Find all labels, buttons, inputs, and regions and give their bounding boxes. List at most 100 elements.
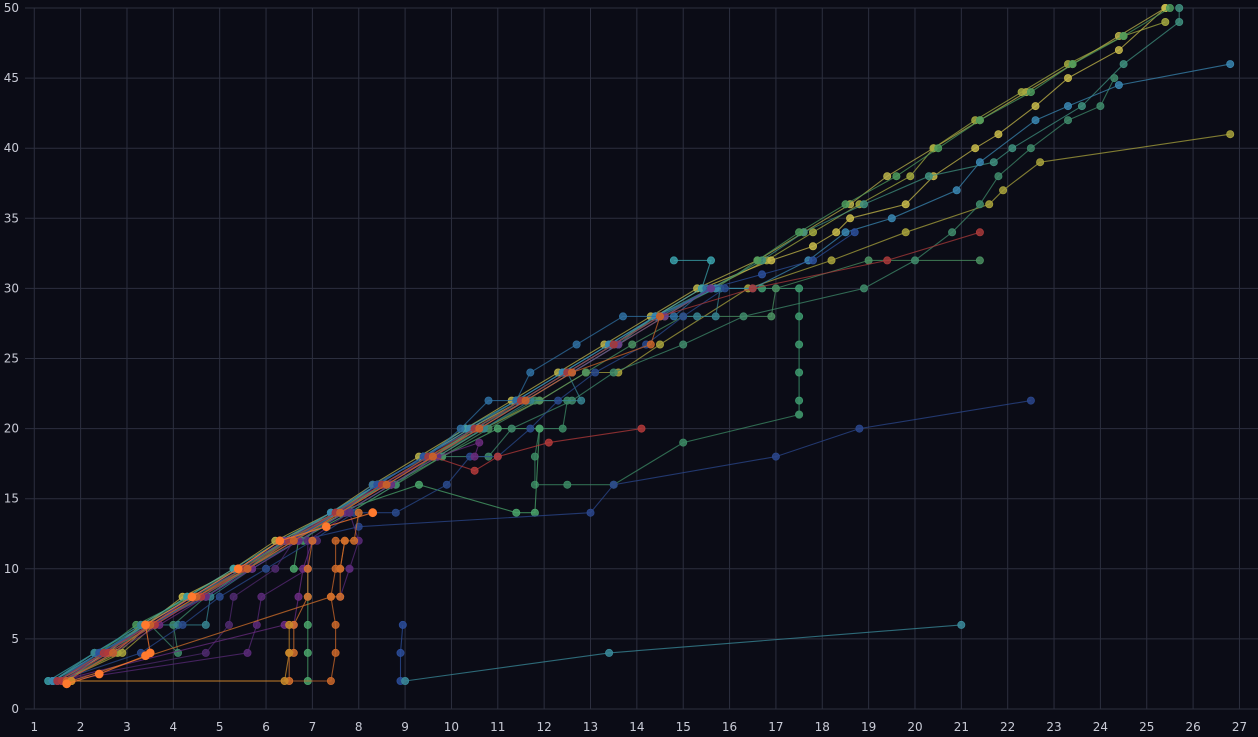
data-point[interactable] [456, 424, 465, 433]
data-point[interactable] [187, 592, 197, 602]
data-point[interactable] [326, 677, 335, 686]
data-point[interactable] [535, 424, 544, 433]
data-point[interactable] [1119, 60, 1128, 69]
data-point[interactable] [470, 466, 479, 475]
data-point[interactable] [530, 508, 539, 517]
data-point[interactable] [544, 438, 553, 447]
data-point[interactable] [911, 256, 920, 265]
data-point[interactable] [345, 564, 354, 573]
data-point[interactable] [243, 564, 252, 573]
data-point[interactable] [994, 130, 1003, 139]
data-point[interactable] [795, 340, 804, 349]
data-point[interactable] [243, 648, 252, 657]
data-point[interactable] [656, 312, 665, 321]
data-point[interactable] [252, 620, 261, 629]
data-point[interactable] [1064, 116, 1073, 125]
data-point[interactable] [753, 256, 762, 265]
data-point[interactable] [558, 424, 567, 433]
data-point[interactable] [924, 172, 933, 181]
data-point[interactable] [656, 340, 665, 349]
data-point[interactable] [906, 172, 915, 181]
data-point[interactable] [841, 228, 850, 237]
data-point[interactable] [795, 396, 804, 405]
data-point[interactable] [289, 564, 298, 573]
data-point[interactable] [470, 452, 479, 461]
data-point[interactable] [860, 200, 869, 209]
data-point[interactable] [475, 438, 484, 447]
data-point[interactable] [850, 228, 859, 237]
data-point[interactable] [795, 228, 804, 237]
data-point[interactable] [809, 228, 818, 237]
data-point[interactable] [229, 592, 238, 601]
data-point[interactable] [679, 438, 688, 447]
data-point[interactable] [1096, 102, 1105, 111]
data-point[interactable] [1114, 46, 1123, 55]
data-point[interactable] [398, 620, 407, 629]
data-point[interactable] [382, 480, 391, 489]
data-point[interactable] [1064, 102, 1073, 111]
data-point[interactable] [233, 564, 243, 574]
data-point[interactable] [605, 648, 614, 657]
data-point[interactable] [1031, 102, 1040, 111]
data-point[interactable] [442, 480, 451, 489]
data-point[interactable] [1161, 17, 1170, 26]
data-point[interactable] [303, 648, 312, 657]
data-point[interactable] [809, 242, 818, 251]
data-point[interactable] [767, 256, 776, 265]
data-point[interactable] [707, 256, 716, 265]
data-point[interactable] [1026, 144, 1035, 153]
data-point[interactable] [795, 368, 804, 377]
data-point[interactable] [711, 312, 720, 321]
data-point[interactable] [331, 536, 340, 545]
data-point[interactable] [720, 284, 729, 293]
data-point[interactable] [609, 368, 618, 377]
data-point[interactable] [771, 452, 780, 461]
data-point[interactable] [484, 396, 493, 405]
data-point[interactable] [285, 620, 294, 629]
data-point[interactable] [771, 284, 780, 293]
data-point[interactable] [526, 368, 535, 377]
data-point[interactable] [178, 620, 187, 629]
data-point[interactable] [350, 536, 359, 545]
data-point[interactable] [855, 424, 864, 433]
data-point[interactable] [303, 620, 312, 629]
data-point[interactable] [118, 648, 127, 657]
data-point[interactable] [401, 677, 410, 686]
data-point[interactable] [572, 340, 581, 349]
data-point[interactable] [326, 592, 335, 601]
data-point[interactable] [957, 620, 966, 629]
data-point[interactable] [669, 312, 678, 321]
data-point[interactable] [1026, 396, 1035, 405]
data-point[interactable] [581, 368, 590, 377]
data-point[interactable] [883, 256, 892, 265]
data-point[interactable] [1031, 116, 1040, 125]
data-point[interactable] [989, 158, 998, 167]
data-point[interactable] [1175, 17, 1184, 26]
data-point[interactable] [679, 340, 688, 349]
data-point[interactable] [975, 228, 984, 237]
data-point[interactable] [493, 452, 502, 461]
data-point[interactable] [493, 424, 502, 433]
data-point[interactable] [609, 340, 618, 349]
data-point[interactable] [507, 424, 516, 433]
data-point[interactable] [999, 186, 1008, 195]
data-point[interactable] [1008, 144, 1017, 153]
data-point[interactable] [846, 214, 855, 223]
data-point[interactable] [336, 508, 345, 517]
data-point[interactable] [975, 200, 984, 209]
data-point[interactable] [985, 200, 994, 209]
data-point[interactable] [261, 564, 270, 573]
data-point[interactable] [609, 480, 618, 489]
data-point[interactable] [887, 214, 896, 223]
data-point[interactable] [275, 536, 285, 546]
data-point[interactable] [809, 256, 818, 265]
data-point[interactable] [303, 564, 312, 573]
data-point[interactable] [354, 508, 363, 517]
data-point[interactable] [289, 536, 298, 545]
data-point[interactable] [628, 340, 637, 349]
data-point[interactable] [257, 592, 266, 601]
data-point[interactable] [340, 536, 349, 545]
data-point[interactable] [767, 312, 776, 321]
data-point[interactable] [795, 312, 804, 321]
data-point[interactable] [1077, 102, 1086, 111]
